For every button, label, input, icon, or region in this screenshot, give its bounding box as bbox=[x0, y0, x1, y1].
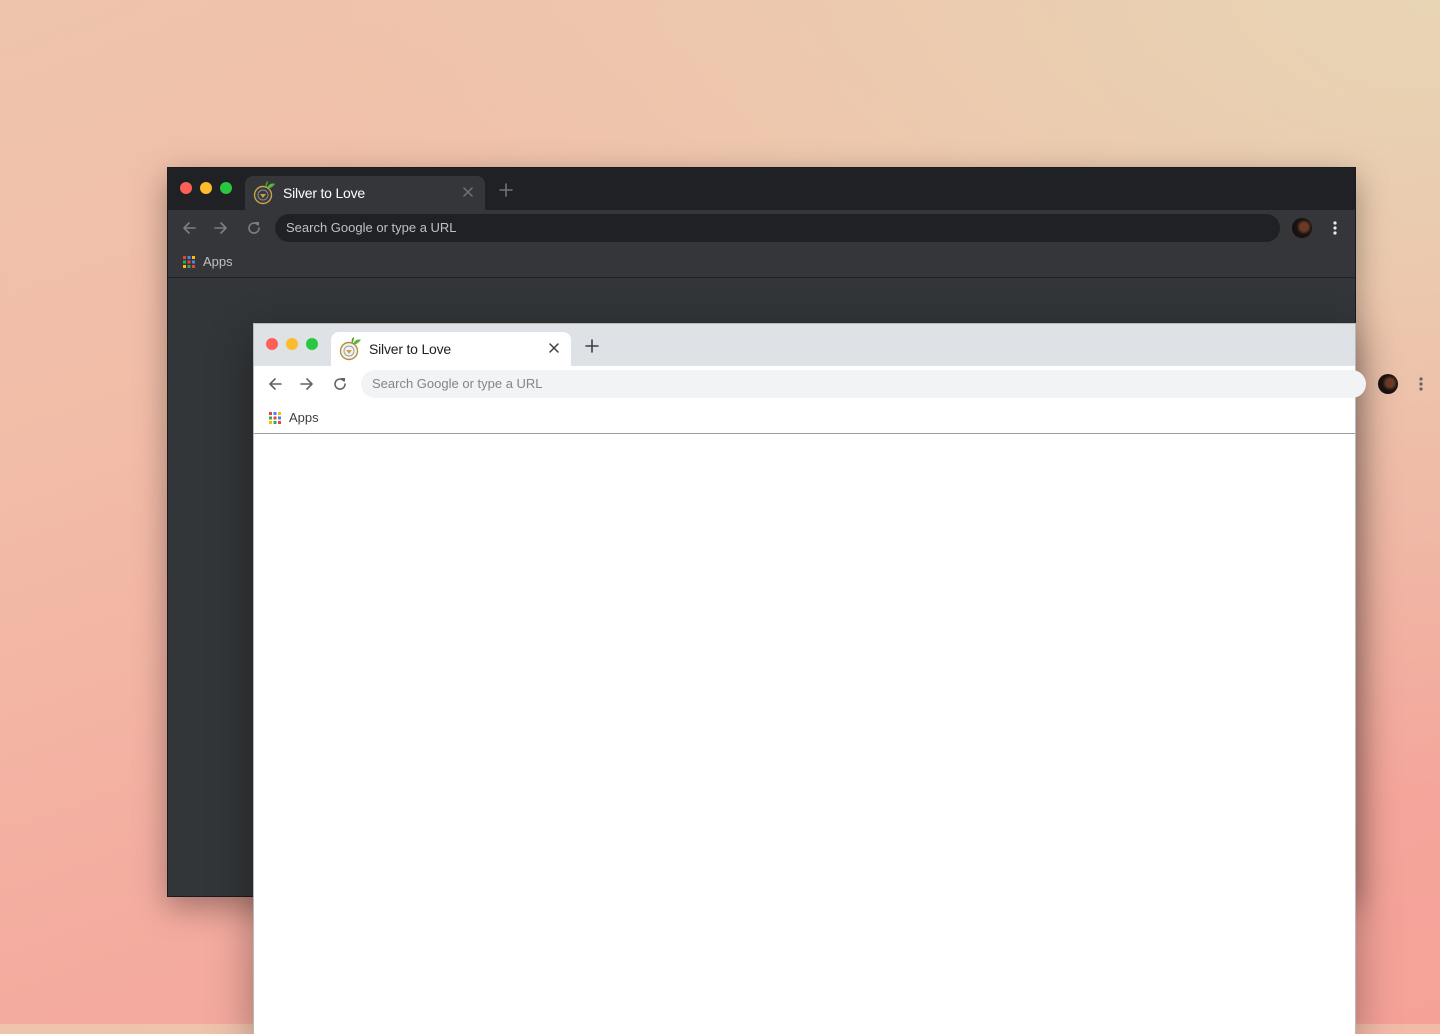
zoom-window-button[interactable] bbox=[220, 182, 232, 194]
window-controls bbox=[266, 338, 318, 350]
close-window-button[interactable] bbox=[266, 338, 278, 350]
close-icon[interactable] bbox=[547, 341, 561, 355]
site-favicon-icon bbox=[253, 181, 275, 205]
minimize-window-button[interactable] bbox=[286, 338, 298, 350]
zoom-window-button[interactable] bbox=[306, 338, 318, 350]
arrow-left-icon[interactable] bbox=[267, 376, 283, 392]
bookmark-apps[interactable]: Apps bbox=[269, 410, 319, 425]
tab-title: Silver to Love bbox=[283, 185, 366, 201]
tab-silver-to-love[interactable]: Silver to Love bbox=[245, 176, 485, 210]
profile-avatar[interactable] bbox=[1292, 218, 1312, 238]
desktop: { "windows": [ { "theme": "dark", "tab_t… bbox=[0, 0, 1440, 1034]
apps-grid-icon bbox=[183, 255, 195, 268]
tab-strip: Silver to Love bbox=[168, 168, 1355, 210]
bookmark-apps[interactable]: Apps bbox=[183, 254, 233, 269]
minimize-window-button[interactable] bbox=[200, 182, 212, 194]
toolbar: Search Google or type a URL bbox=[168, 210, 1355, 246]
profile-avatar[interactable] bbox=[1378, 374, 1398, 394]
close-icon[interactable] bbox=[461, 185, 475, 199]
tab-title: Silver to Love bbox=[369, 341, 452, 357]
arrow-right-icon[interactable] bbox=[299, 376, 315, 392]
arrow-right-icon[interactable] bbox=[213, 220, 229, 236]
bookmarks-bar: Apps bbox=[168, 246, 1355, 278]
apps-label: Apps bbox=[203, 254, 233, 269]
kebab-menu-icon[interactable] bbox=[1327, 220, 1343, 236]
close-window-button[interactable] bbox=[180, 182, 192, 194]
tab-strip: Silver to Love bbox=[254, 324, 1355, 366]
plus-icon[interactable] bbox=[499, 183, 513, 197]
reload-icon[interactable] bbox=[332, 376, 348, 392]
site-favicon-icon bbox=[339, 337, 361, 361]
tab-silver-to-love[interactable]: Silver to Love bbox=[331, 332, 571, 366]
browser-window-light: Silver to Love Search Google or type a U… bbox=[253, 323, 1423, 1034]
apps-grid-icon bbox=[269, 411, 281, 424]
reload-icon[interactable] bbox=[246, 220, 262, 236]
page-content bbox=[254, 434, 1355, 1034]
kebab-menu-icon[interactable] bbox=[1413, 376, 1429, 392]
window-controls bbox=[180, 182, 232, 194]
bookmarks-bar: Apps bbox=[254, 402, 1355, 434]
omnibox[interactable]: Search Google or type a URL bbox=[361, 370, 1366, 398]
apps-label: Apps bbox=[289, 410, 319, 425]
arrow-left-icon[interactable] bbox=[181, 220, 197, 236]
plus-icon[interactable] bbox=[585, 339, 599, 353]
toolbar: Search Google or type a URL bbox=[254, 366, 1423, 402]
omnibox[interactable]: Search Google or type a URL bbox=[275, 214, 1280, 242]
